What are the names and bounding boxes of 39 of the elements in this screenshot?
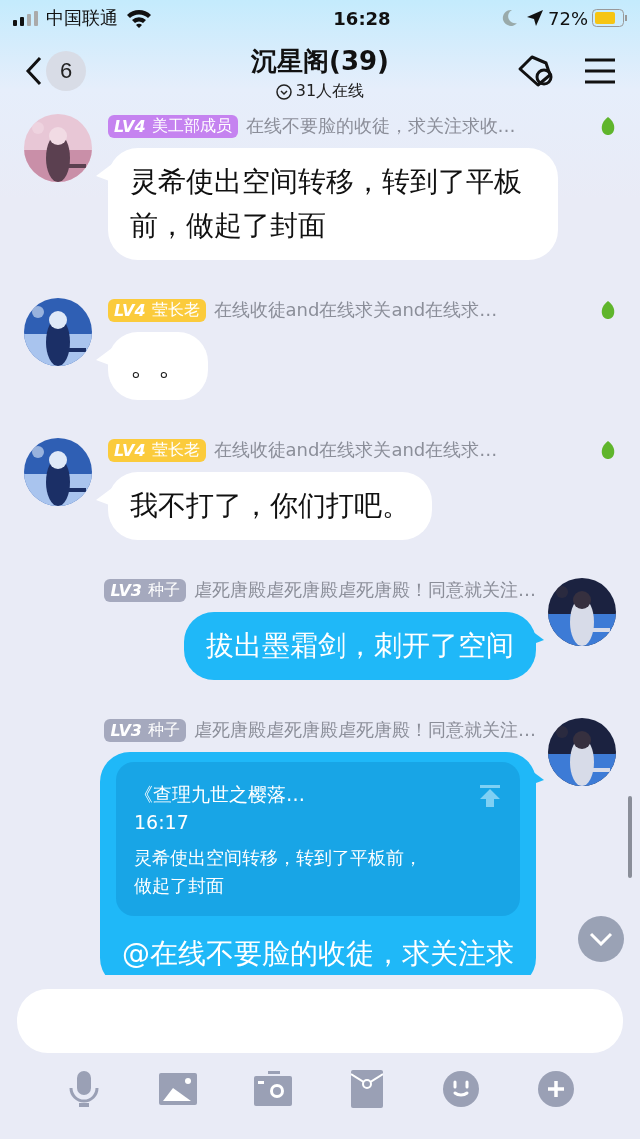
clock-time: 16:28 [332,7,391,29]
location-arrow-icon [526,9,544,27]
chevron-down-icon [589,932,613,946]
scroll-down-button[interactable] [578,916,624,962]
battery-percent: 72% [548,7,588,29]
member-signature: 在线收徒and在线求关and在线求… [213,438,498,462]
emoji-icon[interactable] [441,1069,482,1109]
rank-badge: LV3 种子 [104,578,186,602]
message-bubble: 灵希使出空间转移，转到了平板前，做起了封面 [108,148,558,260]
battery-icon [592,9,628,27]
message-bubble: 拔出墨霜剑，刺开了空间 [184,612,536,680]
member-signature: 虐死唐殿虐死唐殿虐死唐殿！同意就关注… [194,718,536,742]
camera-icon[interactable] [252,1069,293,1109]
member-signature: 在线收徒and在线求关and在线求… [213,298,498,322]
carrier-name: 中国联通 [46,6,118,30]
rank-badge: LV4 莹长老 [108,298,206,322]
back-button[interactable]: 6 [24,51,86,91]
chevron-circle-icon [275,83,292,100]
message-bubble: 我不打了，你们打吧。 [108,472,432,540]
message-bubble: 。。 [108,332,208,400]
sprout-icon [600,300,616,320]
member-signature: 在线不要脸的收徒，求关注求收… [245,114,516,138]
moon-icon [502,9,518,27]
jump-up-icon [478,784,502,808]
signal-icon [12,10,40,26]
rank-badge: LV4 美工部成员 [108,114,238,138]
wifi-icon [126,8,152,28]
sprout-icon [600,440,616,460]
quoted-message: 《查理九世之樱落… 16:17 灵希使出空间转移，转到了平板前，做起了封面 [116,762,520,916]
back-icon [24,56,44,86]
group-title: 沉星阁(39) [251,45,389,78]
rank-badge: LV3 种子 [104,718,186,742]
unread-count: 6 [46,51,86,91]
online-count: 31人在线 [295,81,365,102]
member-signature: 虐死唐殿虐死唐殿虐死唐殿！同意就关注… [194,578,536,602]
add-icon[interactable] [535,1069,576,1109]
message-text: @在线不要脸的收徒，求关注求 [122,937,514,970]
rank-badge: LV4 莹长老 [108,438,206,462]
sprout-icon [600,116,616,136]
